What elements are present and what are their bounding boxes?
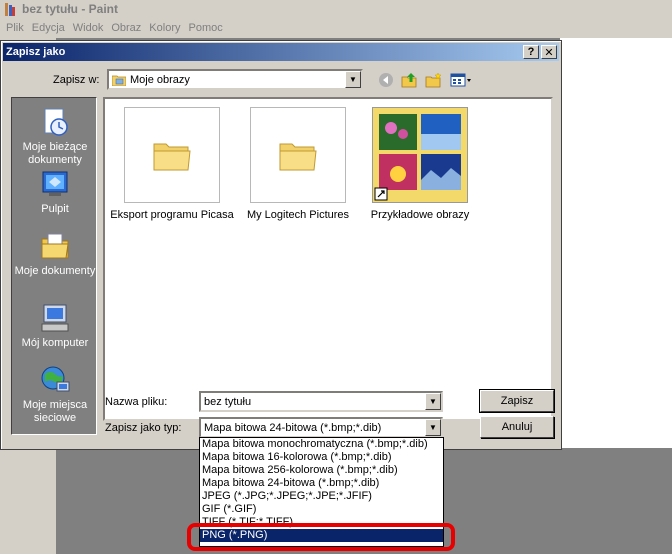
cancel-button[interactable]: Anuluj <box>480 416 554 438</box>
filetype-dropdown-arrow[interactable]: ▼ <box>425 419 441 436</box>
place-my-documents[interactable]: Moje dokumenty <box>12 230 98 278</box>
new-folder-icon <box>425 72 442 88</box>
places-bar: Moje bieżące dokumenty Pulpit Moje dokum… <box>11 97 97 435</box>
dialog-title-bar: Zapisz jako ? ✕ <box>3 43 559 61</box>
desktop-icon <box>42 171 68 196</box>
file-item[interactable]: Przykładowe obrazy <box>355 107 485 221</box>
filetype-option[interactable]: Mapa bitowa 256-kolorowa (*.bmp;*.dib) <box>200 464 443 477</box>
my-computer-icon <box>41 304 69 332</box>
my-pictures-folder-icon <box>112 75 126 86</box>
paint-canvas[interactable] <box>560 38 672 448</box>
file-item[interactable]: Eksport programu Picasa <box>107 107 237 221</box>
save-in-value: Moje obrazy <box>130 73 190 86</box>
new-folder-button[interactable] <box>425 71 443 89</box>
save-as-dialog: Zapisz jako ? ✕ Zapisz w: Moje obrazy ▼ <box>0 40 562 450</box>
folder-icon <box>153 143 191 171</box>
recent-documents-icon <box>44 108 68 136</box>
filename-label: Nazwa pliku: <box>105 396 168 408</box>
filetype-select[interactable]: Mapa bitowa 24-bitowa (*.bmp;*.dib) ▼ <box>199 417 443 438</box>
file-thumbnail <box>250 107 346 203</box>
help-button[interactable]: ? <box>523 45 539 59</box>
paint-menubar: Plik Edycja Widok Obraz Kolory Pomoc <box>0 18 672 38</box>
save-in-dropdown-arrow[interactable]: ▼ <box>345 71 361 88</box>
filename-input[interactable]: bez tytułu ▼ <box>199 391 443 412</box>
filename-value: bez tytułu <box>204 395 252 408</box>
save-in-combo[interactable]: Moje obrazy ▼ <box>107 69 363 90</box>
view-menu-icon <box>450 73 471 87</box>
filetype-label: Zapisz jako typ: <box>105 422 182 434</box>
file-thumbnail <box>372 107 468 203</box>
place-label: Moje miejsca sieciowe <box>22 399 88 424</box>
network-places-icon <box>41 366 70 392</box>
close-button[interactable]: ✕ <box>541 45 557 59</box>
up-one-level-button[interactable] <box>401 71 419 89</box>
menu-edit[interactable]: Edycja <box>28 22 69 34</box>
filetype-option[interactable]: GIF (*.GIF) <box>200 503 443 516</box>
menu-colors[interactable]: Kolory <box>145 22 184 34</box>
back-button[interactable] <box>377 71 395 89</box>
dialog-toolbar <box>377 71 473 89</box>
place-label: Moje dokumenty <box>14 265 96 277</box>
sample-pictures-folder-icon <box>373 108 467 202</box>
up-folder-icon <box>401 73 417 88</box>
filetype-option[interactable]: Mapa bitowa monochromatyczna (*.bmp;*.di… <box>200 438 443 451</box>
menu-view[interactable]: Widok <box>69 22 108 34</box>
dialog-title: Zapisz jako <box>6 46 66 58</box>
file-name: Przykładowe obrazy <box>370 209 470 221</box>
place-label: Pulpit <box>41 203 69 215</box>
file-name: My Logitech Pictures <box>246 209 350 221</box>
filetype-option[interactable]: TIFF (*.TIF;*.TIFF) <box>200 516 443 529</box>
filetype-option[interactable]: JPEG (*.JPG;*.JPEG;*.JPE;*.JFIF) <box>200 490 443 503</box>
folder-icon <box>279 143 317 171</box>
menu-image[interactable]: Obraz <box>107 22 145 34</box>
filetype-option[interactable]: Mapa bitowa 16-kolorowa (*.bmp;*.dib) <box>200 451 443 464</box>
save-button[interactable]: Zapisz <box>479 389 555 413</box>
paint-title-bar: bez tytułu - Paint <box>0 0 672 18</box>
place-label: Mój komputer <box>21 337 89 349</box>
save-in-label: Zapisz w: <box>53 74 100 86</box>
filetype-option[interactable]: Mapa bitowa 24-bitowa (*.bmp;*.dib) <box>200 477 443 490</box>
place-my-computer[interactable]: Mój komputer <box>12 302 98 350</box>
place-recent-documents[interactable]: Moje bieżące dokumenty <box>12 106 98 167</box>
menu-help[interactable]: Pomoc <box>184 22 226 34</box>
view-menu-button[interactable] <box>449 71 473 89</box>
file-item[interactable]: My Logitech Pictures <box>233 107 363 221</box>
paint-window-title: bez tytułu - Paint <box>22 2 118 16</box>
place-label: Moje bieżące dokumenty <box>22 141 88 166</box>
file-thumbnail <box>124 107 220 203</box>
filetype-dropdown-list[interactable]: Mapa bitowa monochromatyczna (*.bmp;*.di… <box>199 437 444 547</box>
filename-dropdown-arrow[interactable]: ▼ <box>425 393 441 410</box>
menu-file[interactable]: Plik <box>2 22 28 34</box>
filetype-value: Mapa bitowa 24-bitowa (*.bmp;*.dib) <box>204 421 382 434</box>
filetype-option-selected[interactable]: PNG (*.PNG) <box>200 529 443 542</box>
paint-app-icon <box>5 2 15 16</box>
place-network[interactable]: Moje miejsca sieciowe <box>12 364 98 425</box>
file-name: Eksport programu Picasa <box>110 209 234 221</box>
place-desktop[interactable]: Pulpit <box>12 168 98 216</box>
back-arrow-icon <box>379 73 393 87</box>
file-list[interactable]: Eksport programu Picasa My Logitech Pict… <box>103 97 553 421</box>
my-documents-icon <box>41 233 69 259</box>
